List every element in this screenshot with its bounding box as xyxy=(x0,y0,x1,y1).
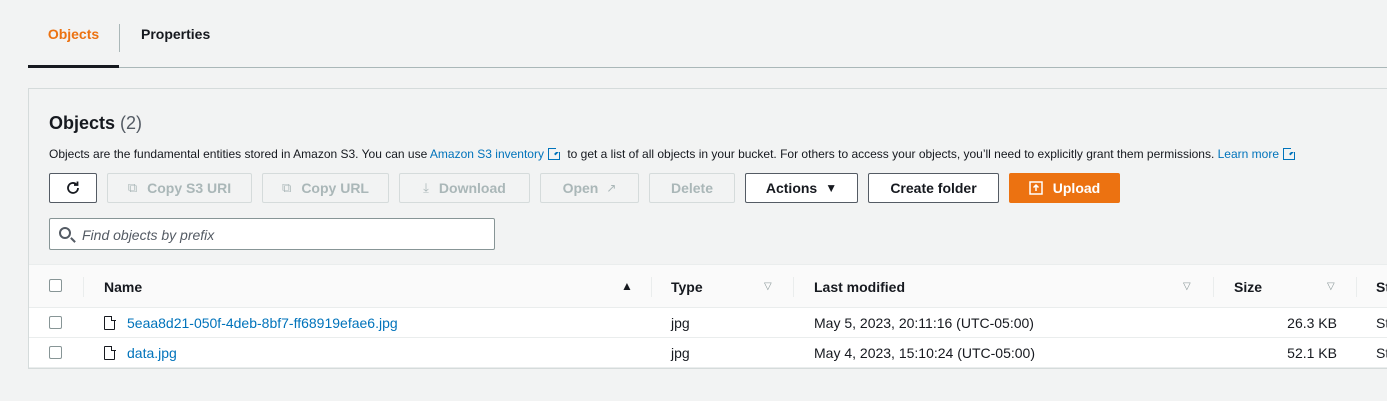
column-divider xyxy=(651,277,652,297)
sort-icon[interactable]: ▽ xyxy=(764,281,772,292)
objects-panel-header: Objects (2) Objects are the fundamental … xyxy=(29,89,1387,265)
external-link-icon xyxy=(547,146,562,160)
tab-bar: Objects Properties xyxy=(28,0,1387,68)
delete-button[interactable]: Delete xyxy=(649,173,735,203)
object-storage-class: St xyxy=(1376,345,1387,361)
upload-button[interactable]: Upload xyxy=(1009,173,1120,203)
row-checkbox[interactable] xyxy=(49,316,62,329)
actions-dropdown[interactable]: Actions ▼ xyxy=(745,173,858,203)
s3-inventory-link[interactable]: Amazon S3 inventory xyxy=(430,147,544,161)
select-all-checkbox[interactable] xyxy=(49,279,62,292)
table-header: Name ▲ Type ▽ Last modified ▽ Size ▽ St xyxy=(29,265,1387,308)
upload-icon xyxy=(1029,181,1043,195)
table-row[interactable]: 5eaa8d21-050f-4deb-8bf7-ff68919efae6.jpg… xyxy=(29,308,1387,338)
table-row[interactable]: data.jpg jpg May 4, 2023, 15:10:24 (UTC-… xyxy=(29,338,1387,368)
external-link-icon: ↗ xyxy=(606,181,617,195)
object-size: 26.3 KB xyxy=(1287,315,1337,331)
tab-properties[interactable]: Properties xyxy=(141,0,210,68)
copy-s3-uri-label: Copy S3 URI xyxy=(147,180,232,196)
sort-icon[interactable]: ▽ xyxy=(1183,281,1191,292)
column-header-name[interactable]: Name xyxy=(104,265,142,308)
object-link[interactable]: data.jpg xyxy=(127,345,177,361)
sort-icon[interactable]: ▽ xyxy=(1327,281,1335,292)
panel-title-text: Objects xyxy=(49,113,116,133)
panel-description: Objects are the fundamental entities sto… xyxy=(49,146,1299,161)
open-button[interactable]: Open ↗ xyxy=(540,173,639,203)
copy-icon: ⧉ xyxy=(282,180,292,195)
tab-divider xyxy=(119,24,120,52)
column-header-storage-class[interactable]: St xyxy=(1376,265,1387,308)
object-size: 52.1 KB xyxy=(1287,345,1337,361)
external-link-icon xyxy=(1283,146,1297,160)
refresh-button[interactable] xyxy=(49,173,97,203)
create-folder-label: Create folder xyxy=(890,180,977,196)
column-header-last-modified[interactable]: Last modified xyxy=(814,265,905,308)
column-divider xyxy=(1356,277,1357,297)
column-divider xyxy=(793,277,794,297)
file-icon xyxy=(104,345,116,360)
objects-panel: Objects (2) Objects are the fundamental … xyxy=(28,88,1387,369)
search-input[interactable] xyxy=(82,225,482,245)
column-header-size[interactable]: Size xyxy=(1234,265,1262,308)
search-icon xyxy=(59,227,71,239)
download-label: Download xyxy=(438,180,506,196)
file-icon xyxy=(104,315,116,330)
object-type: jpg xyxy=(671,315,690,331)
object-storage-class: St xyxy=(1376,315,1387,331)
actions-label: Actions xyxy=(765,180,818,196)
tab-objects[interactable]: Objects xyxy=(28,0,119,68)
create-folder-button[interactable]: Create folder xyxy=(868,173,999,203)
description-text-2: to get a list of all objects in your buc… xyxy=(563,147,1218,161)
object-type: jpg xyxy=(671,345,690,361)
row-checkbox[interactable] xyxy=(49,346,62,359)
object-count: (2) xyxy=(120,113,143,133)
copy-url-label: Copy URL xyxy=(301,180,369,196)
panel-title: Objects (2) xyxy=(49,113,142,134)
copy-s3-uri-button[interactable]: ⧉ Copy S3 URI xyxy=(107,173,252,203)
sort-ascending-icon[interactable]: ▲ xyxy=(621,279,633,293)
object-last-modified: May 5, 2023, 20:11:16 (UTC-05:00) xyxy=(814,315,1034,331)
object-last-modified: May 4, 2023, 15:10:24 (UTC-05:00) xyxy=(814,345,1036,361)
column-divider xyxy=(1213,277,1214,297)
upload-label: Upload xyxy=(1052,180,1101,196)
download-button[interactable]: ⤓ Download xyxy=(399,173,530,203)
caret-down-icon: ▼ xyxy=(825,181,838,195)
search-box xyxy=(49,218,495,250)
learn-more-link[interactable]: Learn more xyxy=(1218,147,1279,161)
copy-url-button[interactable]: ⧉ Copy URL xyxy=(262,173,389,203)
delete-label: Delete xyxy=(670,180,714,196)
description-text: Objects are the fundamental entities sto… xyxy=(49,147,430,161)
copy-icon: ⧉ xyxy=(127,180,138,195)
object-name-cell: 5eaa8d21-050f-4deb-8bf7-ff68919efae6.jpg xyxy=(104,308,398,338)
column-divider xyxy=(83,277,84,297)
refresh-icon xyxy=(67,181,79,194)
open-label: Open xyxy=(562,180,599,196)
column-header-type[interactable]: Type xyxy=(671,265,703,308)
download-icon: ⤓ xyxy=(423,180,429,195)
object-link[interactable]: 5eaa8d21-050f-4deb-8bf7-ff68919efae6.jpg xyxy=(127,315,398,331)
object-name-cell: data.jpg xyxy=(104,338,177,368)
